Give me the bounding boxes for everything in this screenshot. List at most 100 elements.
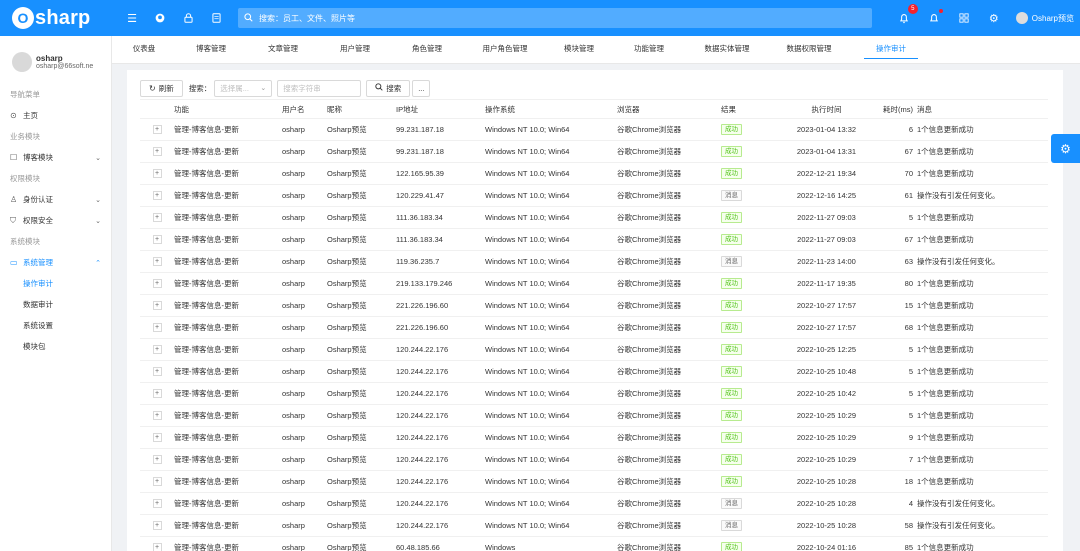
table-row[interactable]: + 管理-博客信息-更新 osharp Osharp预览 120.229.41.47 Wi…	[140, 185, 1048, 207]
user-menu[interactable]: Osharp预览	[1015, 12, 1074, 24]
table-row[interactable]: + 管理-博客信息-更新 osharp Osharp预览 99.231.187.18 Wi…	[140, 141, 1048, 163]
expand-row-icon[interactable]: +	[152, 125, 162, 134]
search-placeholder: 搜索：员工、文件、照片等	[259, 13, 355, 23]
global-search-input[interactable]: 搜索：员工、文件、照片等	[238, 8, 872, 28]
settings-drawer-button[interactable]: ⚙	[1051, 134, 1080, 163]
logo[interactable]: O sharp	[0, 7, 112, 30]
table-row[interactable]: + 管理-博客信息-更新 osharp Osharp预览 122.165.95.39 Wi…	[140, 163, 1048, 185]
cell-exec-time: 2022-10-25 10:48	[796, 367, 857, 376]
field-select[interactable]: 选择属... ⌄	[214, 79, 273, 97]
header-username[interactable]: 用户名	[282, 104, 327, 115]
expand-row-icon[interactable]: +	[152, 367, 162, 376]
sidebar-sub-operation-audit[interactable]: 操作审计	[0, 273, 111, 294]
table-row[interactable]: + 管理-博客信息-更新 osharp Osharp预览 120.244.22.176 W…	[140, 339, 1048, 361]
expand-row-icon[interactable]: +	[152, 147, 162, 156]
document-icon[interactable]	[208, 10, 224, 26]
cell-result: 成功	[721, 366, 784, 377]
table-row[interactable]: + 管理-博客信息-更新 osharp Osharp预览 111.36.183.34 Wi…	[140, 229, 1048, 251]
table-row[interactable]: + 管理-博客信息-更新 osharp Osharp预览 120.244.22.176 W…	[140, 427, 1048, 449]
table-row[interactable]: + 管理-博客信息-更新 osharp Osharp预览 99.231.187.18 Wi…	[140, 119, 1048, 141]
header-browser[interactable]: 浏览器	[617, 104, 721, 115]
expand-row-icon[interactable]: +	[152, 345, 162, 354]
table-row[interactable]: + 管理-博客信息-更新 osharp Osharp预览 120.244.22.176 W…	[140, 493, 1048, 515]
sidebar-item-blog[interactable]: ☐ 博客模块 ⌄	[0, 147, 111, 168]
expand-row-icon[interactable]: +	[152, 257, 162, 266]
expand-row-icon[interactable]: +	[152, 389, 162, 398]
github-icon[interactable]	[152, 10, 168, 26]
table-row[interactable]: + 管理-博客信息-更新 osharp Osharp预览 120.244.22.176 W…	[140, 361, 1048, 383]
expand-row-icon[interactable]: +	[152, 433, 162, 442]
sidebar-item-system-admin[interactable]: ▭ 系统管理 ⌃	[0, 252, 111, 273]
tab-article-admin[interactable]: 文章管理	[246, 35, 320, 63]
expand-row-icon[interactable]: +	[152, 191, 162, 200]
table-row[interactable]: + 管理-博客信息-更新 osharp Osharp预览 120.244.22.176 W…	[140, 449, 1048, 471]
alert-bell-icon[interactable]	[926, 9, 943, 26]
tab-user-role-admin[interactable]: 用户角色管理	[464, 35, 546, 63]
search-string-input[interactable]: 搜索字符串	[277, 79, 362, 97]
table-row[interactable]: + 管理-博客信息-更新 osharp Osharp预览 221.226.196.60 W…	[140, 295, 1048, 317]
table-row[interactable]: + 管理-博客信息-更新 osharp Osharp预览 60.48.185.66 Win…	[140, 537, 1048, 551]
lock-icon[interactable]	[180, 10, 196, 26]
cell-elapsed: 85	[904, 543, 913, 551]
expand-row-icon[interactable]: +	[152, 455, 162, 464]
sidebar-sub-data-audit[interactable]: 数据审计	[0, 294, 111, 315]
expand-row-icon[interactable]: +	[152, 323, 162, 332]
tab-data-permission-admin[interactable]: 数据权限管理	[768, 35, 850, 63]
cell-browser: 谷歌Chrome浏览器	[617, 477, 682, 486]
expand-row-icon[interactable]: +	[152, 411, 162, 420]
cell-ip: 99.231.187.18	[396, 147, 444, 156]
cell-os: Windows	[485, 543, 516, 551]
table-row[interactable]: + 管理-博客信息-更新 osharp Osharp预览 221.226.196.60 W…	[140, 317, 1048, 339]
expand-row-icon[interactable]: +	[152, 235, 162, 244]
tab-user-admin[interactable]: 用户管理	[320, 35, 390, 63]
tab-data-entity-admin[interactable]: 数据实体管理	[686, 35, 768, 63]
header-exec-time[interactable]: 执行时间	[784, 104, 869, 115]
bell-icon[interactable]: 5	[896, 4, 918, 26]
expand-row-icon[interactable]: +	[152, 543, 162, 551]
settings-gear-icon[interactable]: ⚙	[986, 10, 1002, 26]
header-result[interactable]: 结果	[721, 104, 784, 115]
header-function[interactable]: 功能	[174, 104, 282, 115]
expand-row-icon[interactable]: +	[152, 213, 162, 222]
sidebar-item-home[interactable]: ⊙ 主页	[0, 105, 111, 126]
expand-row-icon[interactable]: +	[152, 301, 162, 310]
cell-ip: 111.36.183.34	[396, 213, 443, 222]
table-row[interactable]: + 管理-博客信息-更新 osharp Osharp预览 120.244.22.176 W…	[140, 471, 1048, 493]
expand-row-icon[interactable]: +	[152, 169, 162, 178]
table-row[interactable]: + 管理-博客信息-更新 osharp Osharp预览 119.36.235.7 Win…	[140, 251, 1048, 273]
expand-row-icon[interactable]: +	[152, 279, 162, 288]
sidebar-sub-system-settings[interactable]: 系统设置	[0, 315, 111, 336]
profile[interactable]: osharp osharp@66soft.ne	[0, 36, 111, 84]
tab-blog-admin[interactable]: 博客管理	[176, 35, 246, 63]
cell-message: 1个信息更新成功	[917, 301, 974, 310]
expand-row-icon[interactable]: +	[152, 477, 162, 486]
tab-dashboard[interactable]: 仪表盘	[112, 35, 176, 63]
header-nickname[interactable]: 昵称	[327, 104, 396, 115]
header-os[interactable]: 操作系统	[485, 104, 617, 115]
table-row[interactable]: + 管理-博客信息-更新 osharp Osharp预览 120.244.22.176 W…	[140, 405, 1048, 427]
sidebar-sub-module-pack[interactable]: 模块包	[0, 336, 111, 357]
tab-module-admin[interactable]: 模块管理	[546, 35, 612, 63]
search-button[interactable]: 搜索	[366, 79, 411, 97]
cell-message: 操作没有引发任何变化。	[917, 257, 1000, 266]
table-row[interactable]: + 管理-博客信息-更新 osharp Osharp预览 120.244.22.176 W…	[140, 383, 1048, 405]
refresh-button[interactable]: ↻ 刷新	[140, 79, 183, 97]
more-button[interactable]: ...	[412, 79, 431, 97]
tab-function-admin[interactable]: 功能管理	[612, 35, 686, 63]
cell-message: 1个信息更新成功	[917, 389, 974, 398]
expand-row-icon[interactable]: +	[152, 499, 162, 508]
table-row[interactable]: + 管理-博客信息-更新 osharp Osharp预览 120.244.22.176 W…	[140, 515, 1048, 537]
tab-role-admin[interactable]: 角色管理	[390, 35, 464, 63]
sidebar-item-identity[interactable]: ♙ 身份认证 ⌄	[0, 189, 111, 210]
header-elapsed[interactable]: 耗时(ms)	[869, 104, 916, 115]
sidebar-item-security[interactable]: ⛉ 权限安全 ⌄	[0, 210, 111, 231]
table-row[interactable]: + 管理-博客信息-更新 osharp Osharp预览 111.36.183.34 Wi…	[140, 207, 1048, 229]
expand-row-icon[interactable]: +	[152, 521, 162, 530]
header-message[interactable]: 消息	[916, 104, 1048, 115]
header-ip[interactable]: IP地址	[396, 104, 485, 115]
apps-grid-icon[interactable]	[956, 10, 972, 26]
table-row[interactable]: + 管理-博客信息-更新 osharp Osharp预览 219.133.179.246…	[140, 273, 1048, 295]
tab-operation-audit[interactable]: 操作审计	[864, 35, 918, 63]
menu-toggle-icon[interactable]: ☰	[124, 10, 140, 26]
cell-elapsed: 68	[904, 323, 913, 332]
